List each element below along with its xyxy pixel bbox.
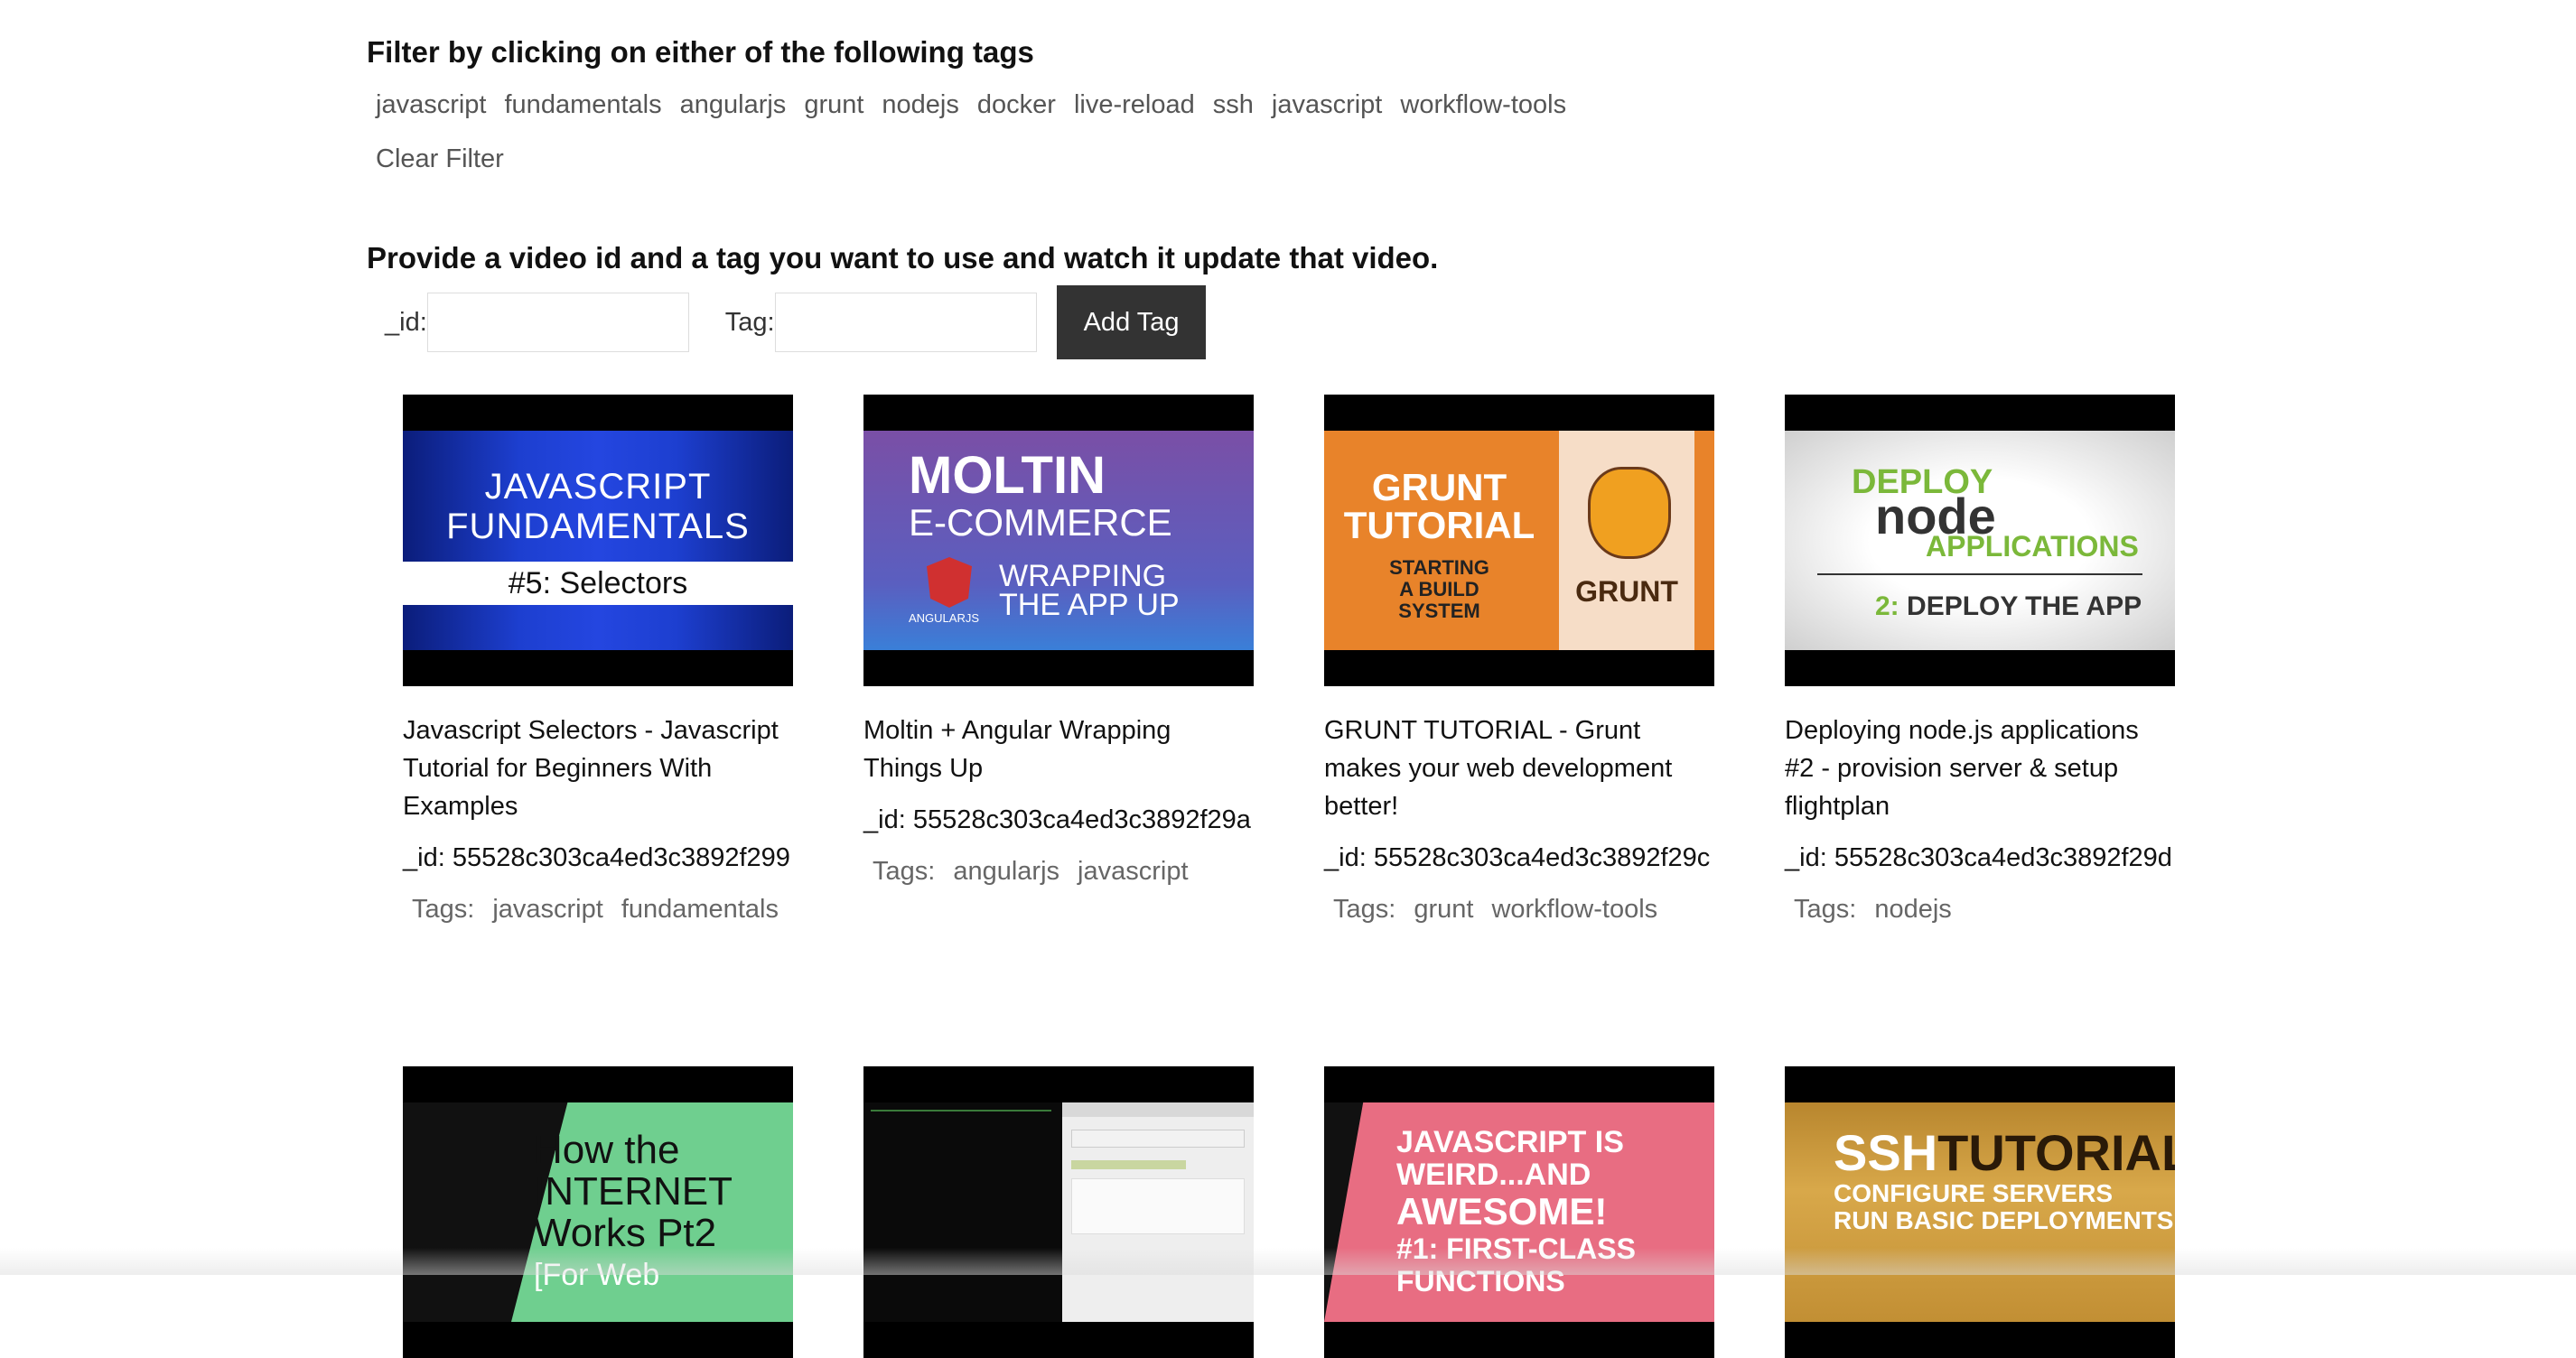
thumb-text: Works Pt2 [534,1211,717,1255]
update-heading: Provide a video id and a tag you want to… [367,241,1439,275]
video-tag[interactable]: javascript [1069,853,1198,890]
thumb-text: SSH [1834,1124,1938,1181]
video-tag[interactable]: workflow-tools [1482,891,1666,928]
thumb-text: [For Web [534,1258,660,1292]
id-input[interactable] [426,293,689,352]
tag-input[interactable] [774,293,1037,352]
filter-tag-workflow-tools[interactable]: workflow-tools [1391,81,1575,128]
filter-tag-docker[interactable]: docker [968,81,1065,128]
add-tag-form: _id: Tag: Add Tag [385,285,1207,359]
thumb-text: 2: [1875,591,1899,621]
video-card [863,1066,1254,1358]
video-thumbnail[interactable]: MOLTIN E-COMMERCE ANGULARJS WRAPPING THE… [863,395,1254,686]
thumb-text: THE APP UP [999,588,1180,622]
video-tags: Tags: grunt workflow-tools [1324,891,1714,928]
thumb-text: AWESOME! [1396,1190,1608,1232]
video-card: GRUNT TUTORIAL STARTING A BUILD SYSTEM G… [1324,395,1714,928]
video-tag[interactable]: angularjs [944,853,1069,890]
video-card: JAVASCRIPT IS WEIRD...AND AWESOME! #1: F… [1324,1066,1714,1358]
clear-filter-link[interactable]: Clear Filter [367,135,1631,182]
filter-tag-javascript[interactable]: javascript [367,81,496,128]
thumb-text: FUNCTIONS [1396,1265,1565,1298]
thumb-text: SYSTEM [1398,600,1480,622]
thumb-text: CONFIGURE SERVERS [1834,1179,2114,1207]
tags-label: Tags: [873,857,936,886]
filter-tag-javascript-2[interactable]: javascript [1263,81,1392,128]
thumb-text: JAVASCRIPT [484,467,712,507]
thumb-text: JAVASCRIPT IS [1396,1125,1624,1159]
tags-label: Tags: [412,895,475,924]
angular-logo-icon [927,557,972,608]
video-thumbnail[interactable]: JAVASCRIPT FUNDAMENTALS #5: Selectors [403,395,793,686]
thumb-text: E-COMMERCE [909,501,1172,544]
thumb-text: A BUILD [1399,578,1479,600]
video-tag[interactable]: javascript [483,891,612,928]
thumb-text: GRUNT [1371,466,1507,508]
filter-tag-ssh[interactable]: ssh [1204,81,1263,128]
video-thumbnail[interactable]: SSHTUTORIAL CONFIGURE SERVERS RUN BASIC … [1785,1066,2175,1358]
video-thumbnail[interactable] [863,1066,1254,1358]
video-card: DEPLOY node APPLICATIONS 2: DEPLOY THE A… [1785,395,2175,928]
video-thumbnail[interactable]: GRUNT TUTORIAL STARTING A BUILD SYSTEM G… [1324,395,1714,686]
video-id: _id: 55528c303ca4ed3c3892f29d [1785,843,2172,872]
filter-tag-angularjs[interactable]: angularjs [671,81,796,128]
thumb-text: TUTORIAL [1937,1124,2175,1181]
tag-label: Tag: [724,307,775,337]
video-card: How the INTERNET Works Pt2 [For Web [403,1066,793,1358]
thumb-text: FUNDAMENTALS [446,507,750,546]
video-title: Javascript Selectors - Javascript Tutori… [403,716,779,821]
video-thumbnail[interactable]: How the INTERNET Works Pt2 [For Web [403,1066,793,1358]
thumb-text: MOLTIN [909,446,1106,505]
filter-tag-grunt[interactable]: grunt [795,81,873,128]
video-tags: Tags: angularjs javascript [863,853,1254,890]
video-title: Moltin + Angular Wrapping Things Up [863,716,1171,783]
video-thumbnail[interactable]: JAVASCRIPT IS WEIRD...AND AWESOME! #1: F… [1324,1066,1714,1358]
tags-label: Tags: [1333,895,1396,924]
thumb-text: INTERNET [534,1169,733,1214]
video-tags: Tags: javascript fundamentals [403,891,793,928]
thumb-text: GRUNT [1575,575,1678,608]
tags-label: Tags: [1794,895,1857,924]
thumb-text: RUN BASIC DEPLOYMENTS [1834,1206,2174,1234]
video-title: GRUNT TUTORIAL - Grunt makes your web de… [1324,716,1673,821]
video-id: _id: 55528c303ca4ed3c3892f29c [1324,843,1711,872]
tag-filter-list: javascript fundamentals angularjs grunt node… [367,81,1631,182]
thumb-text: How the [534,1128,680,1172]
thumb-text: TUTORIAL [1343,504,1535,546]
grunt-logo-icon [1588,467,1671,559]
video-thumbnail[interactable]: DEPLOY node APPLICATIONS 2: DEPLOY THE A… [1785,395,2175,686]
thumb-text: WRAPPING [999,559,1167,593]
add-tag-button[interactable]: Add Tag [1056,285,1207,359]
thumb-text: DEPLOY THE APP [1907,591,2142,621]
filter-heading: Filter by clicking on either of the foll… [367,35,1034,70]
filter-tag-fundamentals[interactable]: fundamentals [496,81,671,128]
video-card: JAVASCRIPT FUNDAMENTALS #5: Selectors Ja… [403,395,793,928]
video-card: SSHTUTORIAL CONFIGURE SERVERS RUN BASIC … [1785,1066,2175,1358]
video-id: _id: 55528c303ca4ed3c3892f29a [863,805,1251,834]
thumb-text: #5: Selectors [403,562,793,605]
video-tag[interactable]: nodejs [1865,891,1960,928]
filter-tag-live-reload[interactable]: live-reload [1065,81,1204,128]
video-tag[interactable]: grunt [1405,891,1482,928]
video-title: Deploying node.js applications #2 - prov… [1785,716,2139,821]
filter-tag-nodejs[interactable]: nodejs [873,81,967,128]
thumb-text: STARTING [1389,556,1489,579]
terminal-screenshot [871,1110,1051,1193]
video-card: MOLTIN E-COMMERCE ANGULARJS WRAPPING THE… [863,395,1254,890]
video-id: _id: 55528c303ca4ed3c3892f299 [403,843,790,872]
id-label: _id: [385,307,427,337]
bottom-shadow [0,1248,2576,1275]
thumb-text: ANGULARJS [909,611,980,625]
thumb-text: APPLICATIONS [1926,530,2139,563]
divider [1817,573,2142,575]
video-tag[interactable]: fundamentals [612,891,788,928]
video-tags: Tags: nodejs [1785,891,2175,928]
thumb-text: WEIRD...AND [1396,1158,1591,1192]
thumb-text: #1: FIRST-CLASS [1396,1232,1636,1265]
browser-screenshot [1062,1102,1254,1322]
